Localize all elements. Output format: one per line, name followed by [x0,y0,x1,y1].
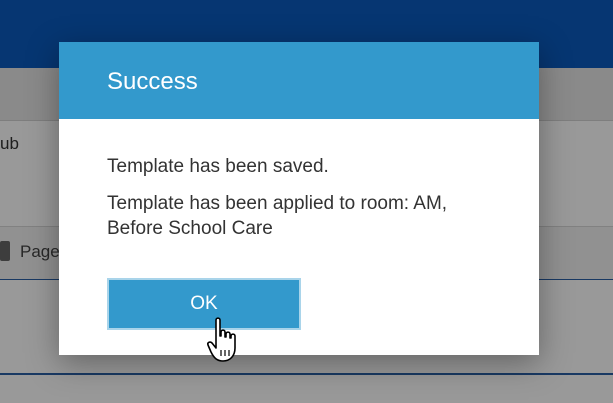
ok-button[interactable]: OK [107,278,301,330]
dialog-header: Success [59,42,539,119]
dialog-body: Template has been saved. Template has be… [107,154,507,241]
success-dialog: Success Template has been saved. Templat… [59,42,539,355]
hand-pointer-icon [207,317,236,362]
dialog-title: Success [107,68,198,95]
message-applied: Template has been applied to room: AM, B… [107,193,448,239]
message-saved: Template has been saved. [107,156,329,177]
